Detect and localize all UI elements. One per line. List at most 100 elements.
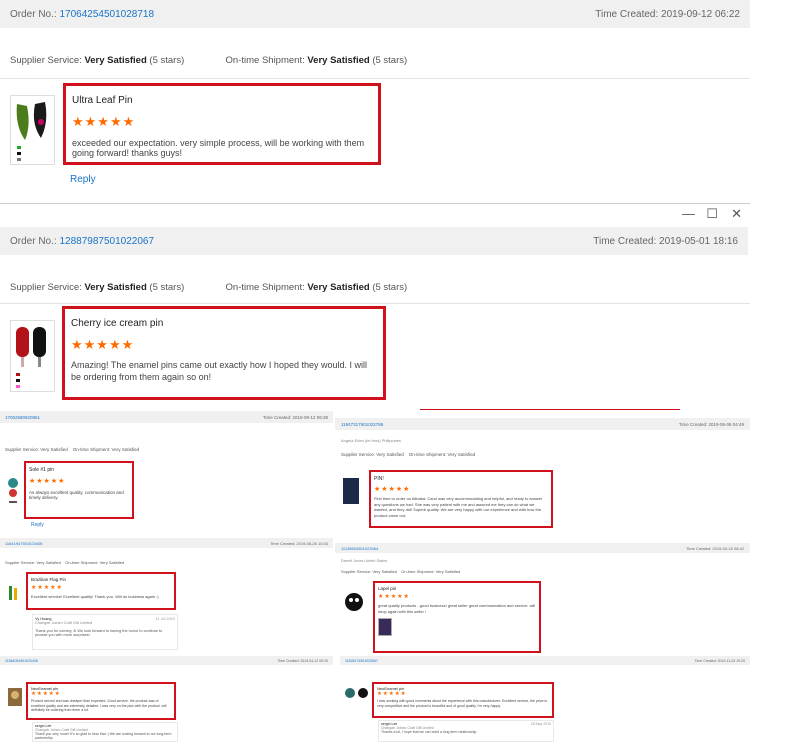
review-panel-2: — ☐ ✕ Order No.: 12887987501022067 Time … (0, 203, 750, 410)
product-thumbnail[interactable] (343, 591, 365, 613)
order-number-link[interactable]: 11947317501022786 (341, 422, 383, 427)
seller-reply: sergio Lee 28 May 2019 Changde Joineo Cr… (378, 720, 554, 742)
order-number-link[interactable]: 11641947501023405 (5, 541, 43, 546)
product-name: PIN! (374, 476, 384, 482)
product-thumbnail[interactable] (6, 475, 20, 513)
shipment-value: Very Satisfied (307, 55, 370, 66)
rating-line: Supplier Service: Very Satisfied On-time… (5, 560, 125, 565)
rating-line: Supplier Service: Very Satisfied (5 star… (10, 282, 407, 293)
shipment-label: On-time Shipment: (225, 282, 305, 293)
order-number-line: Order No.: 17064254501028718 (10, 9, 154, 20)
divider (0, 303, 750, 304)
divider (0, 78, 750, 79)
product-thumbnail[interactable] (344, 686, 370, 700)
order-header: Order No.: 12887987501022067 Time Create… (0, 227, 748, 255)
seller-reply: Vy Huang 11 Jul 2019 Changde Joineo Craf… (32, 614, 178, 650)
product-name: Sole #1 pin (29, 467, 55, 473)
order-header: 11641947501023405 Time Created: 2019-06-… (0, 538, 333, 548)
order-label: Order No.: (10, 235, 57, 247)
close-icon[interactable]: ✕ (731, 206, 742, 222)
review-highlight-box: Cherry ice cream pin ★★★★★ Amazing! The … (62, 306, 386, 400)
customer-info: Angela Eden (lei bros) Philippines (341, 438, 402, 443)
time-created: Time Created: 2019-04-15 08:42 (686, 545, 744, 551)
star-rating: ★★★★★ (378, 594, 410, 600)
review-highlight-box: NeoEnamel pin ★★★★★ Product arrived and … (26, 682, 176, 720)
review-panel-1: Order No.: 17064254501028718 Time Create… (0, 0, 750, 195)
thumb-review-5: 11864094501020406 Time Created: 2019-04-… (0, 656, 333, 744)
thumb-review-1: 17062580920851 Time Created: 2019-09-12 … (0, 411, 333, 541)
order-number-link[interactable]: 11135604501023464 (341, 546, 378, 551)
reply-link[interactable]: Reply (70, 174, 96, 185)
time-value: 2019-05-01 18:16 (659, 235, 738, 247)
product-name: Brazilian Flag Pin (31, 577, 67, 582)
star-rating: ★★★★★ (377, 691, 407, 697)
order-number-link[interactable]: 12887987501022067 (59, 236, 154, 247)
review-photo[interactable] (378, 618, 392, 637)
review-text: First time to order on Alibaba. Carol wa… (374, 496, 543, 518)
product-thumbnail[interactable] (6, 686, 24, 708)
order-header: Order No.: 17064254501028718 Time Create… (0, 0, 750, 28)
rating-line: Supplier Service: Very Satisfied On-time… (341, 452, 476, 457)
review-text: exceeded our expectation. very simple pr… (72, 138, 365, 158)
star-rating: ★★★★★ (374, 486, 411, 493)
product-name: Cherry ice cream pin (71, 318, 164, 329)
time-label: Time Created: (593, 235, 657, 247)
seller-reply: sergio Lee Changde Joineo Craft Gift Lim… (32, 722, 178, 742)
review-text: Amazing! The enamel pins came out exactl… (71, 360, 367, 383)
review-text: Product arrived and was cheaper than exp… (31, 699, 167, 713)
supplier-value: Very Satisfied (84, 282, 147, 293)
review-highlight-box: Sole #1 pin ★★★★★ As always excellent qu… (24, 461, 134, 519)
rating-line: Supplier Service: Very Satisfied (5 star… (10, 55, 407, 66)
supplier-stars: (5 stars) (149, 282, 185, 293)
product-name: Lapel pin (378, 586, 397, 591)
pin-image-icon (345, 593, 363, 611)
leaf-pin-image-icon (16, 102, 47, 161)
product-name: Ultra Leaf Pin (72, 95, 133, 106)
reply-link[interactable]: Reply (31, 522, 44, 528)
review-text: I was working with good comments about t… (377, 699, 548, 708)
order-header: 11828174501020567 Time Created: 2019-11-… (340, 656, 750, 665)
product-thumbnail[interactable] (10, 320, 55, 392)
thumb-review-2: 11947317501022786 Time Created: 2019-06-… (335, 418, 750, 543)
thumb-review-6: 11828174501020567 Time Created: 2019-11-… (340, 656, 750, 744)
order-number-link[interactable]: 11864094501020406 (5, 659, 38, 663)
divider (420, 409, 680, 410)
product-thumbnail[interactable] (343, 478, 359, 504)
review-highlight-box: Ultra Leaf Pin ★★★★★ exceeded our expect… (63, 83, 381, 165)
order-number-line: Order No.: 12887987501022067 (10, 236, 154, 247)
product-thumbnail[interactable] (10, 95, 55, 165)
pin-image-icon (9, 586, 17, 600)
maximize-icon[interactable]: ☐ (706, 206, 718, 222)
pin-image-icon (8, 478, 18, 503)
time-created: Time Created: 2019-06-06 04:49 (678, 421, 744, 427)
shipment-stars: (5 stars) (372, 55, 408, 66)
pin-image-icon (345, 688, 368, 698)
order-number-link[interactable]: 17062580920851 (5, 415, 40, 420)
time-label: Time Created: (595, 8, 659, 20)
order-label: Order No.: (10, 8, 57, 20)
minimize-icon[interactable]: — (682, 206, 695, 221)
supplier-label: Supplier Service: (10, 55, 82, 66)
review-text: As always excellent quality, communicati… (29, 490, 124, 500)
order-number-link[interactable]: 11828174501020567 (345, 659, 378, 663)
order-header: 11135604501023464 Time Created: 2019-04-… (335, 543, 750, 553)
shipment-value: Very Satisfied (307, 282, 370, 293)
review-highlight-box: Lapel pin ★★★★★ great quality products -… (373, 581, 541, 653)
thumb-review-3: 11641947501023405 Time Created: 2019-06-… (0, 538, 333, 655)
star-rating: ★★★★★ (31, 691, 61, 697)
thumb-review-4: 11135604501023464 Time Created: 2019-04-… (335, 543, 750, 655)
review-highlight-box: PIN! ★★★★★ First time to order on Alibab… (369, 470, 553, 528)
ice-cream-pin-image-icon (16, 327, 46, 388)
time-created: Time Created: 2019-11-03 19:29 (694, 658, 745, 663)
rating-line: Supplier Service: Very Satisfied On-time… (341, 569, 461, 574)
time-created: Time Created: 2019-09-12 06:22 (595, 9, 740, 20)
product-thumbnail[interactable] (6, 582, 22, 610)
rating-line: Supplier Service: Very Satisfied On-time… (5, 447, 140, 452)
review-highlight-box: Brazilian Flag Pin ★★★★★ Excellent servi… (26, 572, 176, 610)
star-rating: ★★★★★ (29, 478, 66, 485)
supplier-stars: (5 stars) (149, 55, 185, 66)
review-text: Excellent service! Excellent quality! Th… (31, 594, 159, 599)
order-number-link[interactable]: 17064254501028718 (59, 9, 154, 20)
time-created: Time Created: 2019-05-01 18:16 (593, 236, 738, 247)
time-created: Time Created: 2019-06-26 10:34 (270, 540, 328, 546)
